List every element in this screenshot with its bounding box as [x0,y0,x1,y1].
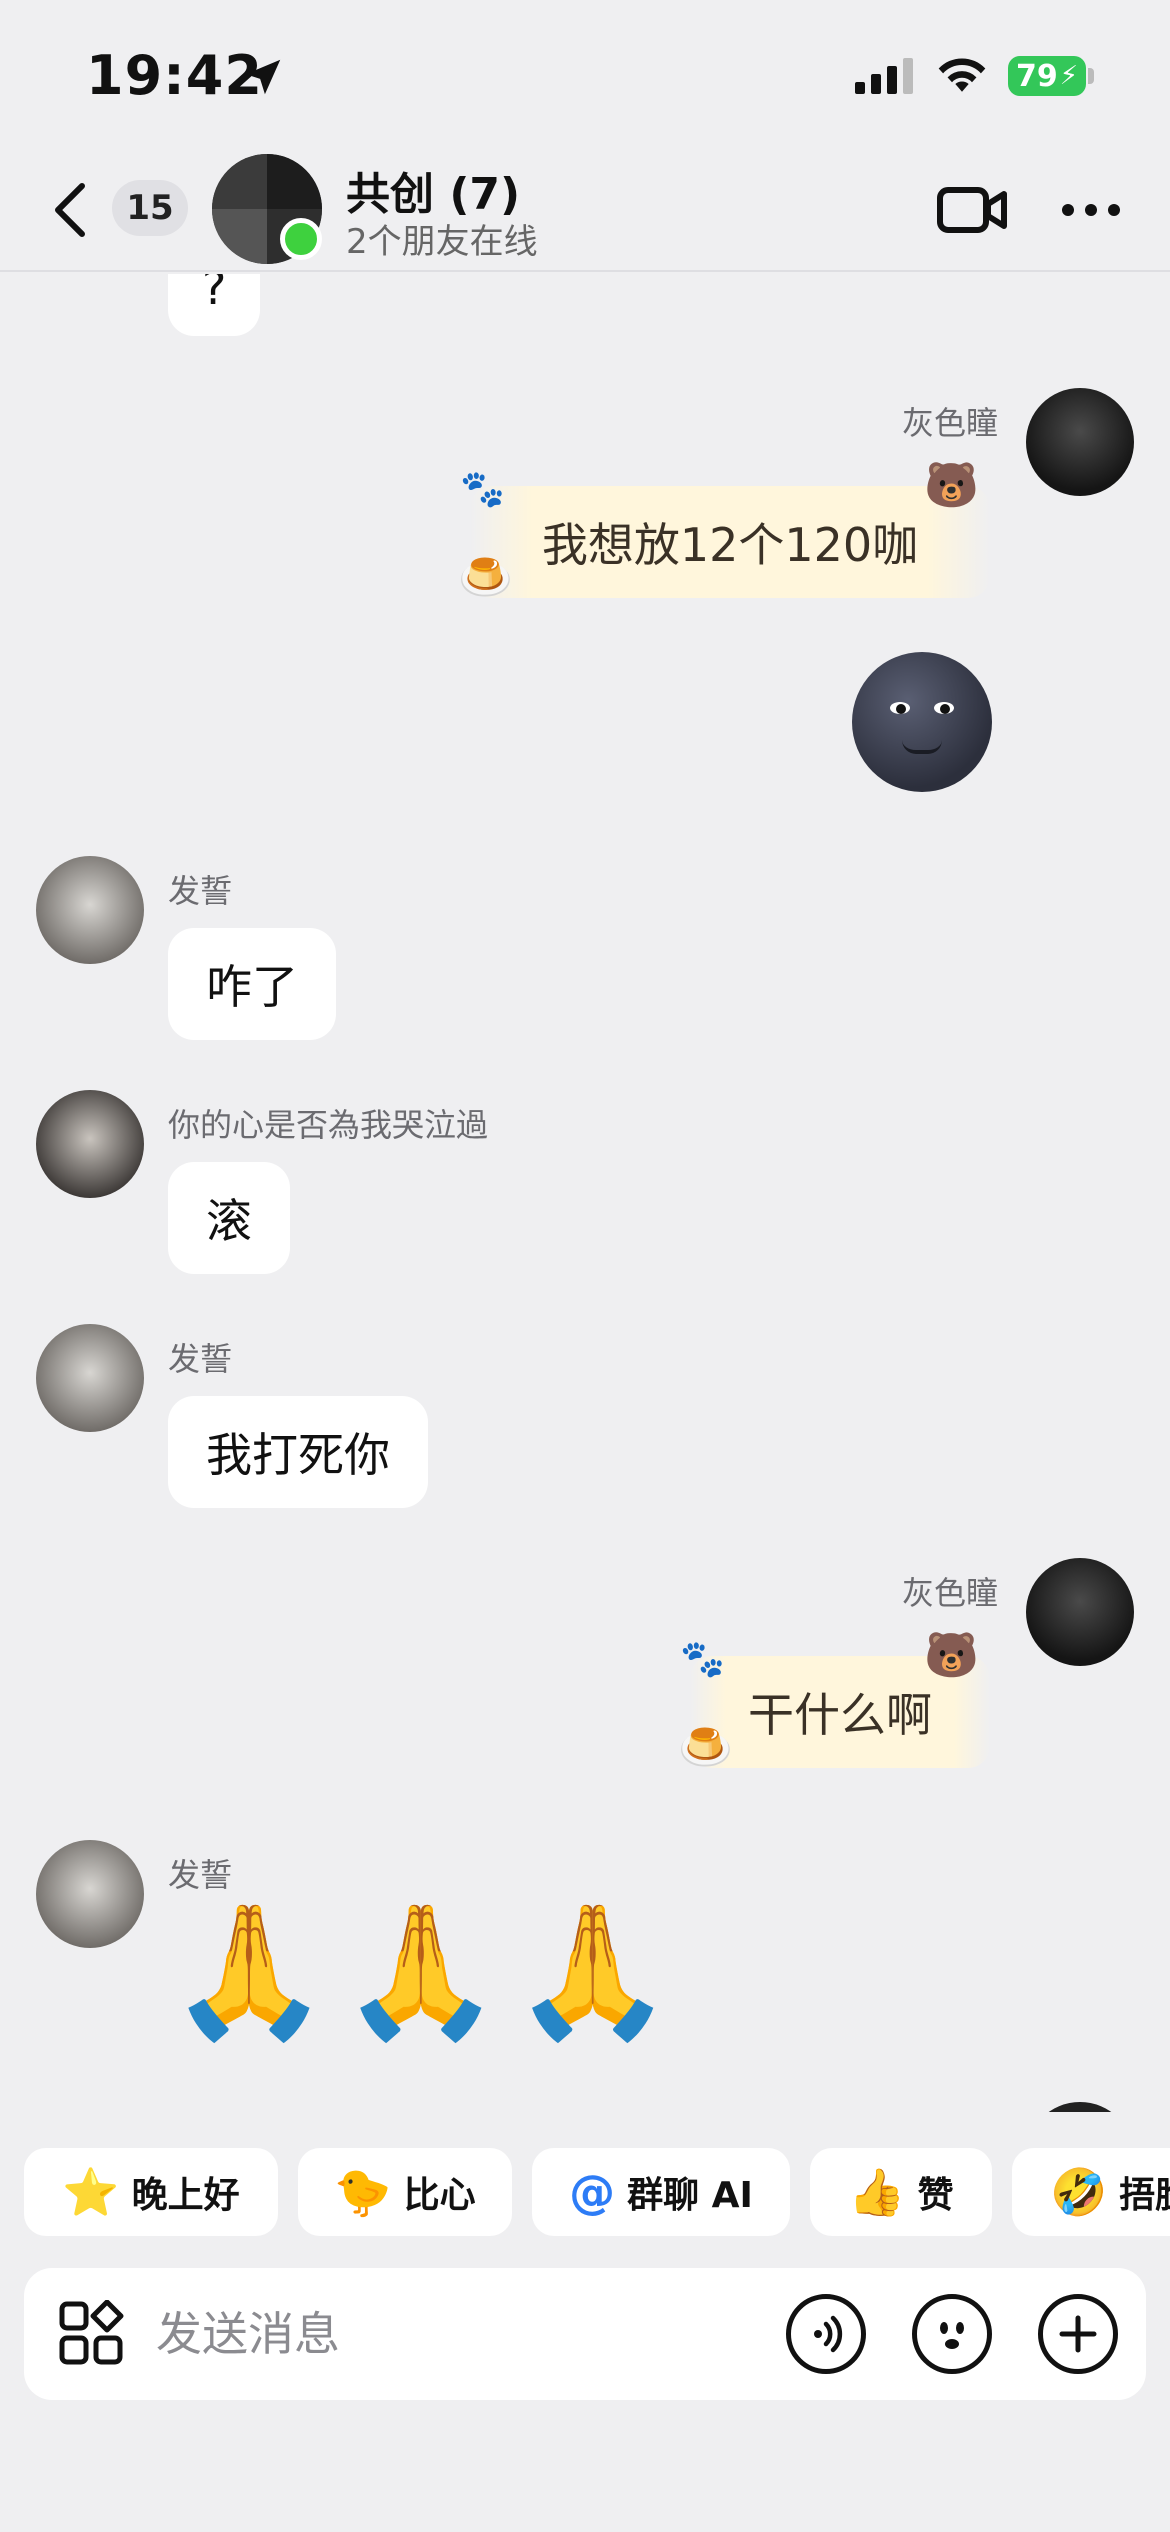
user-avatar[interactable] [1026,388,1134,496]
bear-sticker-icon: 🐻 [924,460,979,511]
voice-message-button[interactable] [786,2294,866,2374]
battery-level: 79 [1016,58,1058,94]
message-text: 滚 [206,1194,252,1248]
plus-icon [1059,2315,1097,2353]
location-arrow-icon [245,59,281,95]
laughing-crying-icon: 🤣 [1050,2164,1108,2219]
sender-name: 发誓 [168,1340,233,1378]
cake-sticker-icon: 🍮 [678,1722,733,1773]
sender-name: 灰色瞳 [901,1574,998,1612]
status-time: 19:42 [86,44,263,107]
message-bubble[interactable]: 滚 [168,1162,290,1274]
sender-name: 发誓 [168,872,233,910]
bear-sticker-icon: 🐻 [924,1630,979,1681]
quick-reply-group-ai[interactable]: @ 群聊 AI [532,2148,790,2236]
message-bubble[interactable]: ? [168,274,261,336]
user-avatar[interactable] [1026,2102,1134,2112]
emoji-message[interactable]: 🙏🙏🙏 [168,1906,684,2036]
quick-reply-like[interactable]: 👍 赞 [810,2148,992,2236]
apps-grid-icon[interactable] [58,2300,124,2366]
chat-header: 15 共创 (7) 2个朋友在线 [0,150,1170,272]
sender-name: 你的心是否為我哭泣過 [168,1106,489,1144]
message-text: 咋了 [206,960,298,1014]
message-text: 干什么啊 [748,1688,932,1742]
online-status-dot [280,218,322,260]
sender-name: 灰色瞳 [901,404,998,442]
voice-wave-icon [814,2315,843,2353]
quick-reply-facepalm[interactable]: 🤣 捂脸 [1012,2148,1170,2236]
status-bar: 19:42 79 ⚡ [0,0,1170,150]
chat-title[interactable]: 共创 (7) [346,158,520,222]
quick-reply-label: 比心 [403,2175,476,2216]
battery-indicator: 79 ⚡ [1008,56,1086,96]
cellular-signal-icon [855,58,913,94]
message-bubble[interactable]: 我打死你 [168,1396,428,1508]
cake-sticker-icon: 🍮 [458,552,513,603]
user-avatar[interactable] [36,856,144,964]
chick-icon: 🐤 [334,2164,392,2219]
online-friends-status: 2个朋友在线 [346,222,538,262]
quick-reply-label: 晚上好 [131,2175,240,2216]
quick-reply-good-evening[interactable]: ⭐ 晚上好 [24,2148,278,2236]
user-avatar[interactable] [36,1840,144,1948]
wifi-icon [938,58,986,92]
quick-reply-label: 赞 [917,2175,954,2216]
decorated-message-bubble[interactable]: 我想放12个120咖 [470,486,990,598]
star-icon: ⭐ [62,2164,120,2219]
more-actions-button[interactable] [1038,2294,1118,2374]
smiley-face-icon [940,2322,964,2349]
message-bubble[interactable]: 咋了 [168,928,336,1040]
message-text: 我打死你 [206,1428,390,1482]
quick-reply-heart-hands[interactable]: 🐤 比心 [298,2148,512,2236]
paw-sticker-icon: 🐾 [460,469,505,510]
sender-name: 发誓 [168,1856,233,1894]
message-text: ? [202,274,227,315]
message-text: 我想放12个120咖 [541,518,919,572]
message-list[interactable]: ? 灰色瞳 我想放12个120咖 🐾 🍮 🐻 发誓 咋了 你的心是否為我哭泣過 … [0,274,1170,2112]
at-sign-icon: @ [569,2165,616,2219]
unread-count-badge[interactable]: 15 [112,180,188,236]
thumbs-up-icon: 👍 [848,2164,906,2219]
message-input-bar [24,2268,1146,2400]
user-avatar[interactable] [36,1090,144,1198]
message-input[interactable] [156,2268,756,2400]
video-call-icon[interactable] [936,180,1010,240]
back-button[interactable] [46,180,96,240]
battery-tip [1088,68,1094,84]
moon-face-emoji[interactable] [852,652,992,792]
paw-sticker-icon: 🐾 [680,1639,725,1680]
user-avatar[interactable] [36,1324,144,1432]
quick-reply-label: 群聊 AI [627,2175,753,2216]
more-options-icon[interactable] [1060,200,1122,220]
user-avatar[interactable] [1026,1558,1134,1666]
emoji-button[interactable] [912,2294,992,2374]
quick-reply-label: 捂脸 [1119,2175,1170,2216]
